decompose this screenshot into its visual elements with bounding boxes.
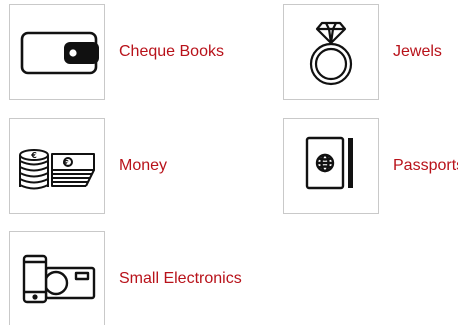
label-money[interactable]: Money: [119, 156, 167, 176]
svg-text:€: €: [30, 151, 37, 160]
tile-small-electronics[interactable]: [9, 231, 105, 325]
label-jewels[interactable]: Jewels: [393, 42, 442, 62]
tile-jewels[interactable]: [283, 4, 379, 100]
tile-passports[interactable]: [283, 118, 379, 214]
tile-cheque-books[interactable]: [9, 4, 105, 100]
phone-and-camera-icon: [22, 254, 96, 304]
wallet-icon: [20, 31, 99, 75]
label-passports[interactable]: Passports: [393, 156, 458, 176]
tile-money[interactable]: € €: [9, 118, 105, 214]
svg-text:€: €: [62, 159, 69, 168]
label-cheque-books[interactable]: Cheque Books: [119, 42, 224, 62]
coins-and-cash-icon: € €: [19, 149, 95, 190]
diamond-ring-icon: [309, 21, 353, 86]
passport-icon: [305, 136, 353, 190]
label-small-electronics[interactable]: Small Electronics: [119, 269, 242, 289]
